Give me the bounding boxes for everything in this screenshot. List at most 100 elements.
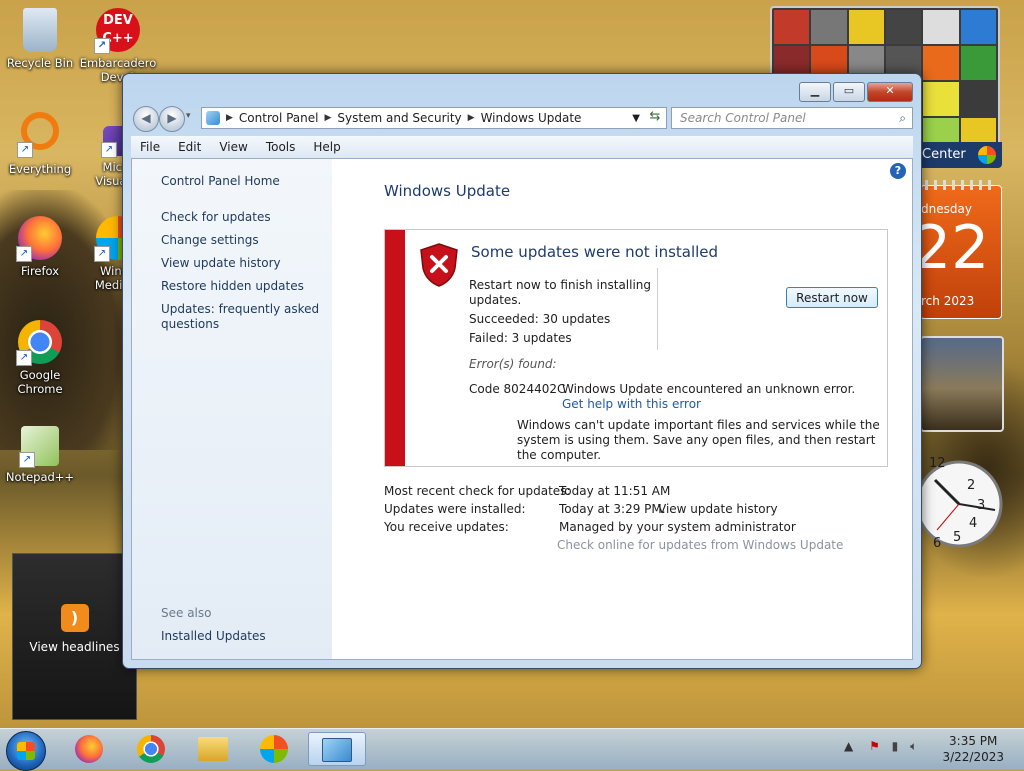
taskbar-explorer[interactable] [188, 732, 238, 766]
see-also-heading: See also [161, 606, 212, 620]
restart-message-line2: updates. [469, 293, 522, 307]
restart-message-line1: Restart now to finish installing [469, 278, 652, 292]
control-panel-home-link[interactable]: Control Panel Home [161, 174, 280, 189]
help-icon[interactable]: ? [890, 163, 906, 179]
menu-view[interactable]: View [210, 140, 256, 154]
maximize-button[interactable]: ▭ [833, 82, 865, 102]
installed-value: Today at 3:29 PM. [559, 502, 666, 516]
taskbar-media-center[interactable] [249, 732, 299, 766]
system-tray: ▲ ⚑ ▮ 🔈︎ [844, 739, 917, 754]
calendar-month-year: rch 2023 [921, 294, 975, 308]
breadcrumb-control-panel[interactable]: Control Panel [239, 111, 319, 125]
windows-logo-icon [17, 742, 35, 760]
shortcut-arrow-icon: ↗ [16, 246, 32, 262]
installed-label: Updates were installed: [384, 502, 526, 516]
restart-note-line3: the computer. [517, 448, 602, 462]
change-settings-link[interactable]: Change settings [161, 233, 259, 248]
address-dropdown-icon[interactable]: ▼ [632, 113, 640, 124]
devcpp-icon: DEV C++ ↗ [94, 8, 140, 54]
restore-hidden-updates-link[interactable]: Restore hidden updates [161, 279, 304, 294]
forward-button[interactable]: ▶ [159, 106, 185, 132]
calendar-day: 22 [913, 213, 990, 283]
taskbar-control-panel[interactable] [308, 732, 366, 766]
taskbar-clock[interactable]: 3:35 PM 3/22/2023 [942, 733, 1004, 765]
error-shield-icon [420, 243, 458, 287]
shortcut-arrow-icon: ↗ [101, 142, 117, 158]
taskbar-chrome[interactable] [126, 732, 176, 766]
menu-tools[interactable]: Tools [257, 140, 305, 154]
close-button[interactable]: ✕ [867, 82, 913, 102]
recycle-bin-icon [23, 8, 57, 52]
taskbar-firefox[interactable] [64, 732, 114, 766]
search-input[interactable]: Search Control Panel ⌕ [671, 107, 913, 129]
media-center-gadget-label[interactable]: Center [918, 142, 1002, 168]
get-help-link[interactable]: Get help with this error [562, 397, 701, 412]
clock-gadget[interactable]: 12 2 3 4 5 6 [915, 440, 1003, 568]
headlines-gadget[interactable]: ) View headlines [12, 553, 137, 720]
action-center-flag-icon[interactable]: ⚑ [869, 739, 880, 753]
slideshow-gadget[interactable] [920, 336, 1004, 432]
start-button[interactable] [6, 731, 46, 771]
recent-check-label: Most recent check for updates: [384, 484, 571, 498]
windows-update-window: ▁ ▭ ✕ ◀ ▶ ▾ ▶ Control Panel ▶ System and… [122, 73, 922, 669]
breadcrumb-system-security[interactable]: System and Security [337, 111, 461, 125]
volume-icon[interactable]: 🔈︎ [910, 739, 917, 753]
refresh-icon[interactable]: ⇆ [643, 107, 667, 129]
left-task-pane: Control Panel Home Check for updates Cha… [132, 159, 332, 659]
breadcrumb-separator-icon: ▶ [226, 113, 233, 123]
menu-edit[interactable]: Edit [169, 140, 210, 154]
breadcrumb-separator-icon: ▶ [467, 113, 475, 123]
window-controls: ▁ ▭ ✕ [799, 82, 913, 102]
desktop-icon-firefox[interactable]: ↗ Firefox [0, 216, 80, 278]
address-bar[interactable]: ▶ Control Panel ▶ System and Security ▶ … [201, 107, 667, 129]
breadcrumb-windows-update[interactable]: Windows Update [481, 111, 582, 125]
restart-note-line2: system is using them. Save any open file… [517, 433, 876, 447]
calendar-gadget[interactable]: dnesday 22 rch 2023 [913, 180, 1002, 319]
error-status-bar [385, 230, 405, 466]
view-update-history-main-link[interactable]: View update history [658, 502, 778, 517]
desktop-icon-recycle-bin[interactable]: Recycle Bin [0, 8, 80, 70]
shortcut-arrow-icon: ↗ [19, 452, 35, 468]
clock-date: 3/22/2023 [942, 750, 1004, 764]
explorer-icon [198, 737, 228, 761]
page-title: Windows Update [384, 182, 511, 200]
media-center-icon [260, 735, 288, 763]
installed-updates-link[interactable]: Installed Updates [161, 629, 266, 644]
failed-count: Failed: 3 updates [469, 331, 572, 345]
everything-icon: ↗ [17, 112, 59, 158]
content-area: Control Panel Home Check for updates Cha… [131, 158, 913, 660]
menu-file[interactable]: File [131, 140, 169, 154]
back-button[interactable]: ◀ [133, 106, 159, 132]
succeeded-count: Succeeded: 30 updates [469, 312, 611, 326]
error-code: Code 8024402C [469, 382, 566, 396]
desktop-icon-chrome[interactable]: ↗ Google Chrome [0, 320, 80, 396]
shortcut-arrow-icon: ↗ [94, 38, 110, 54]
chrome-icon: ↗ [16, 320, 62, 366]
recent-pages-chevron-icon[interactable]: ▾ [186, 111, 191, 121]
clock-number: 3 [977, 498, 986, 513]
faq-link[interactable]: Updates: frequently asked questions [161, 302, 321, 332]
clock-number: 5 [953, 530, 962, 545]
calendar-rings [925, 180, 997, 190]
menu-help[interactable]: Help [304, 140, 349, 154]
minimize-button[interactable]: ▁ [799, 82, 831, 102]
show-hidden-icons[interactable]: ▲ [844, 739, 853, 753]
check-online-link[interactable]: Check online for updates from Windows Up… [557, 538, 843, 553]
clock-number: 2 [967, 478, 976, 493]
network-icon[interactable]: ▮ [892, 739, 899, 753]
check-for-updates-link[interactable]: Check for updates [161, 210, 271, 225]
restart-now-button[interactable]: Restart now [786, 287, 878, 308]
clock-number: 12 [929, 456, 946, 471]
view-update-history-link[interactable]: View update history [161, 256, 281, 271]
shortcut-arrow-icon: ↗ [16, 350, 32, 366]
breadcrumb-separator-icon: ▶ [324, 113, 332, 123]
desktop-icon-notepadpp[interactable]: ↗ Notepad++ [0, 426, 80, 484]
errors-found-label: Error(s) found: [469, 357, 557, 371]
alert-title: Some updates were not installed [471, 243, 719, 261]
headlines-label: View headlines [29, 640, 120, 654]
control-panel-icon [322, 738, 352, 762]
address-bar-row: ◀ ▶ ▾ ▶ Control Panel ▶ System and Secur… [131, 105, 913, 132]
panel-divider [657, 268, 658, 350]
shortcut-arrow-icon: ↗ [94, 246, 110, 262]
desktop-icon-everything[interactable]: ↗ Everything [0, 112, 80, 176]
